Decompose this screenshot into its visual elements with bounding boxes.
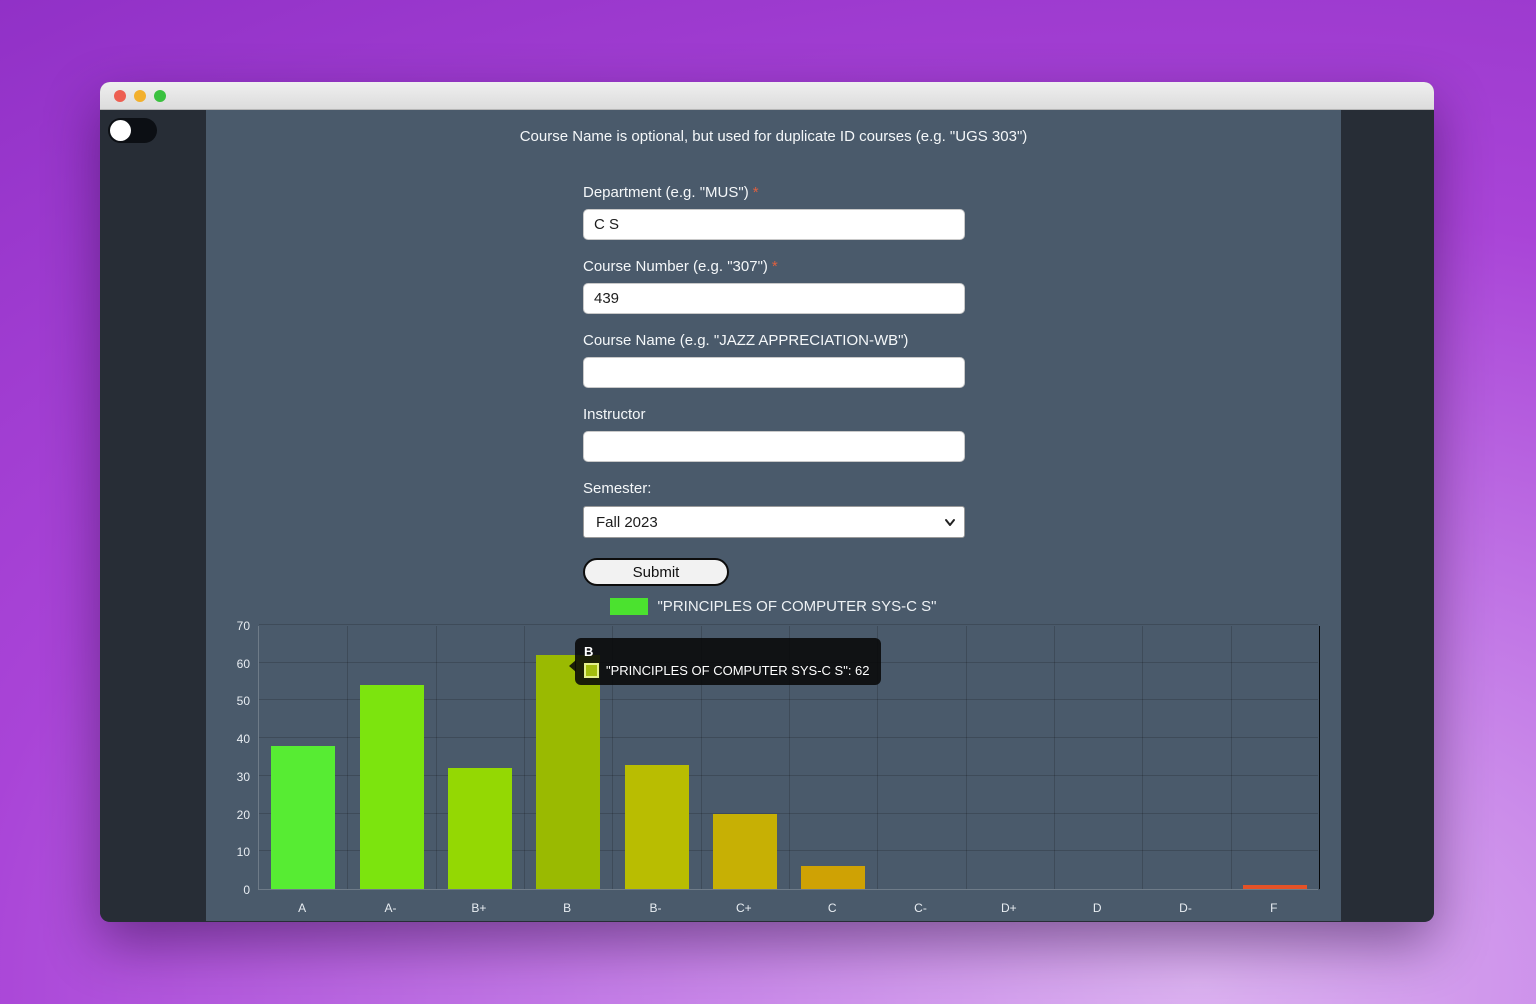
x-axis-tick: B+ <box>435 901 523 915</box>
grade-lookup-form: Department (e.g. "MUS")* Course Number (… <box>583 184 965 586</box>
bar-F[interactable] <box>1243 885 1307 889</box>
bar-C+[interactable] <box>713 814 777 889</box>
course-name-note: Course Name is optional, but used for du… <box>206 128 1341 145</box>
page-content: Course Name is optional, but used for du… <box>206 110 1341 921</box>
bar-A-[interactable] <box>360 685 424 889</box>
window-body: Course Name is optional, but used for du… <box>100 110 1434 921</box>
required-asterisk: * <box>753 184 759 201</box>
semester-label: Semester: <box>583 480 965 500</box>
x-axis-tick: B- <box>611 901 699 915</box>
bar-A[interactable] <box>271 746 335 889</box>
y-axis-tick: 60 <box>210 657 250 671</box>
close-button[interactable] <box>114 90 126 102</box>
y-axis-tick: 20 <box>210 808 250 822</box>
bar-B+[interactable] <box>448 768 512 889</box>
x-axis-tick: D <box>1053 901 1141 915</box>
v-gridline <box>1142 626 1143 889</box>
v-gridline <box>966 626 967 889</box>
course-number-input[interactable] <box>583 283 965 314</box>
x-axis-tick: F <box>1230 901 1318 915</box>
x-axis-tick: C+ <box>700 901 788 915</box>
course-name-label: Course Name (e.g. "JAZZ APPRECIATION-WB"… <box>583 332 965 352</box>
toggle-knob-icon <box>110 120 131 141</box>
instructor-input[interactable] <box>583 431 965 462</box>
department-label: Department (e.g. "MUS")* <box>583 184 965 204</box>
maximize-button[interactable] <box>154 90 166 102</box>
tooltip-title: B <box>584 644 870 659</box>
theme-toggle[interactable] <box>108 118 157 143</box>
x-axis-tick: C- <box>876 901 964 915</box>
h-gridline <box>259 624 1318 625</box>
y-axis-tick: 70 <box>210 619 250 633</box>
bar-B[interactable] <box>536 655 600 889</box>
minimize-button[interactable] <box>134 90 146 102</box>
y-axis-tick: 30 <box>210 770 250 784</box>
app-window: Course Name is optional, but used for du… <box>100 82 1434 922</box>
y-axis-tick: 50 <box>210 694 250 708</box>
chart-tooltip: B "PRINCIPLES OF COMPUTER SYS-C S": 62 <box>575 638 881 685</box>
x-axis-tick: C <box>788 901 876 915</box>
y-axis-tick: 0 <box>210 883 250 897</box>
x-axis-tick: A <box>258 901 346 915</box>
x-axis-tick: B <box>523 901 611 915</box>
v-gridline <box>1054 626 1055 889</box>
v-gridline <box>436 626 437 889</box>
tooltip-swatch <box>584 663 599 678</box>
tooltip-label: "PRINCIPLES OF COMPUTER SYS-C S": 62 <box>606 663 870 678</box>
bar-C[interactable] <box>801 866 865 889</box>
instructor-label: Instructor <box>583 406 965 426</box>
v-gridline <box>524 626 525 889</box>
y-axis-tick: 40 <box>210 732 250 746</box>
course-number-label: Course Number (e.g. "307")* <box>583 258 965 278</box>
course-name-input[interactable] <box>583 357 965 388</box>
x-axis-tick: D+ <box>965 901 1053 915</box>
v-gridline <box>1231 626 1232 889</box>
department-input[interactable] <box>583 209 965 240</box>
bar-B-[interactable] <box>625 765 689 889</box>
window-titlebar[interactable] <box>100 82 1434 110</box>
submit-button[interactable]: Submit <box>583 558 729 586</box>
x-axis-tick: A- <box>346 901 434 915</box>
v-gridline <box>347 626 348 889</box>
required-asterisk: * <box>772 258 778 275</box>
x-axis-tick: D- <box>1141 901 1229 915</box>
semester-select[interactable]: Fall 2023 <box>583 506 965 538</box>
y-axis-tick: 10 <box>210 845 250 859</box>
v-gridline <box>1319 626 1320 889</box>
